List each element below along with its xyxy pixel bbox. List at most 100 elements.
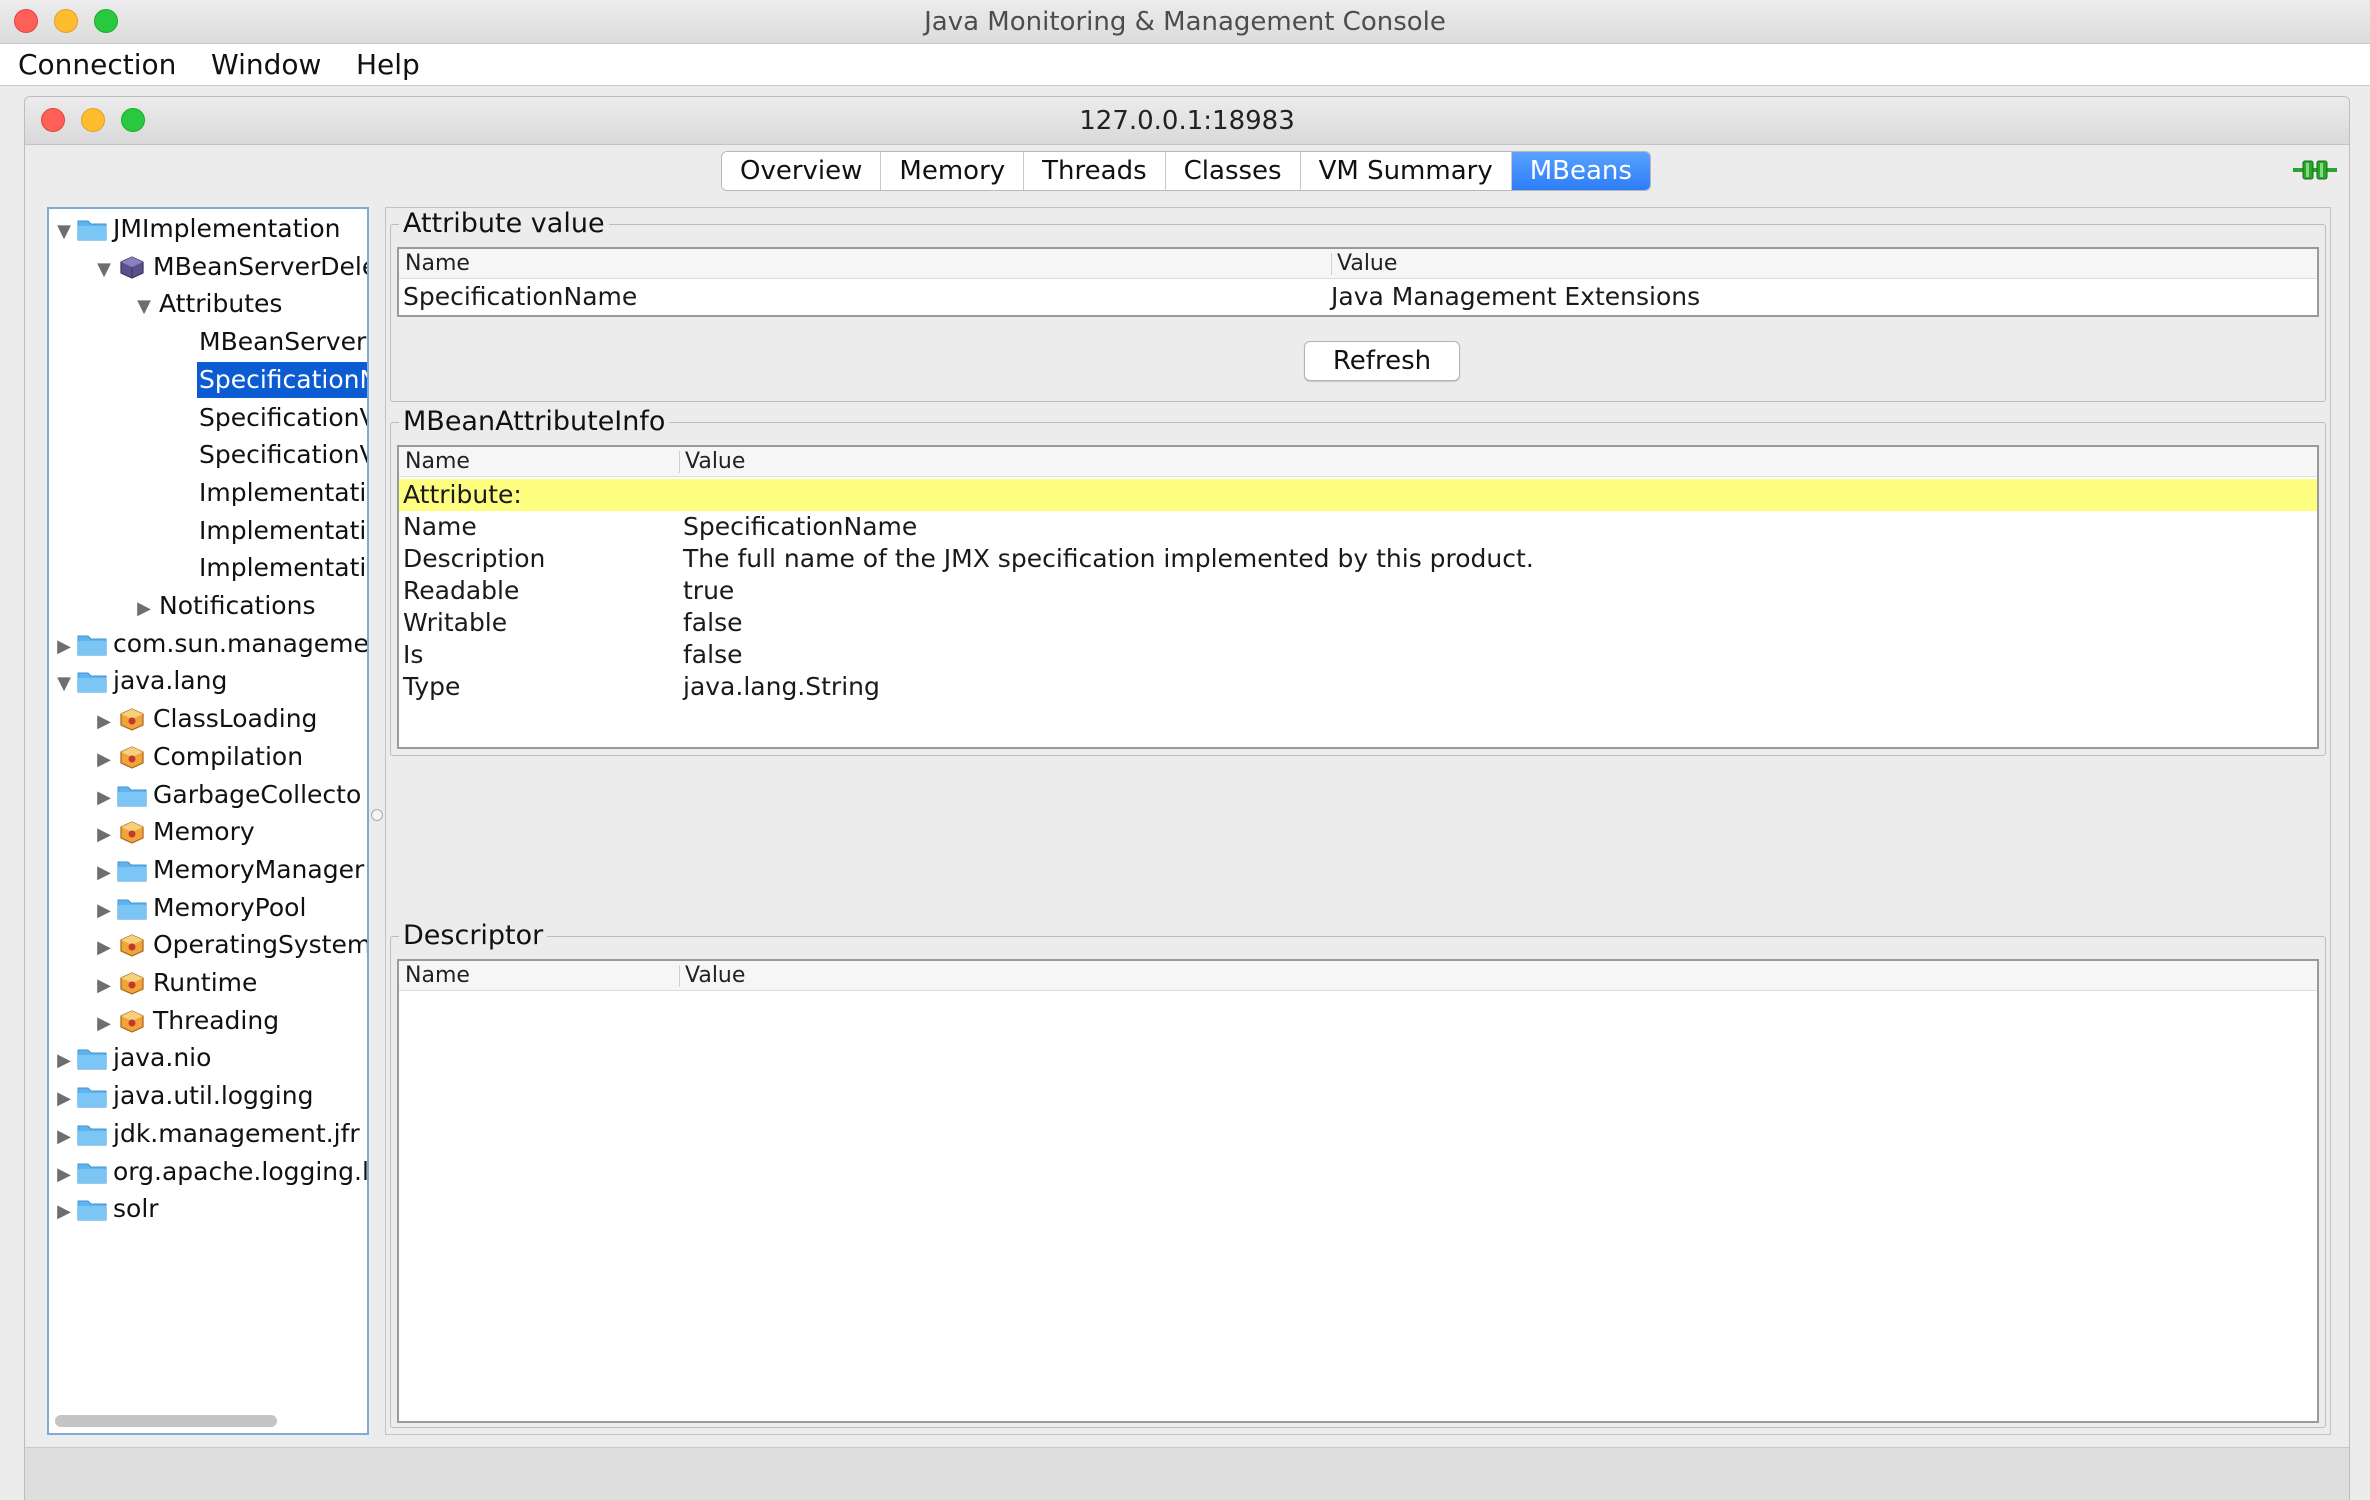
tree-node-label: JMImplementation — [113, 214, 341, 243]
tree-node[interactable]: ▶ MemoryManager — [91, 852, 366, 888]
table-row[interactable]: SpecificationName Java Management Extens… — [399, 281, 2317, 313]
folder-icon — [77, 1078, 111, 1114]
tree-node-label: OperatingSystem — [153, 930, 369, 960]
bean-icon — [117, 965, 151, 1001]
info-name-cell: Type — [403, 672, 461, 701]
expanded-arrow-icon[interactable]: ▼ — [91, 252, 117, 288]
tree-node-label: java.lang — [113, 666, 228, 696]
table-row[interactable]: Name SpecificationName — [399, 511, 2317, 543]
tree-node[interactable]: ▶ jdk.management.jfr — [51, 1116, 362, 1152]
tree-node[interactable]: Implementati — [171, 475, 367, 511]
collapsed-arrow-icon[interactable]: ▶ — [91, 968, 117, 1004]
connection-status-icon[interactable] — [2293, 157, 2337, 183]
tree-node[interactable]: SpecificationV — [171, 400, 369, 436]
collapsed-arrow-icon[interactable]: ▶ — [131, 591, 157, 627]
tree-node[interactable]: ▶ ClassLoading — [91, 701, 319, 737]
expanded-arrow-icon[interactable]: ▼ — [51, 214, 77, 250]
tree-node-label: java.util.logging — [113, 1081, 314, 1111]
mbean-attribute-info-table-header: Name Value — [399, 447, 2317, 477]
tree-node-label: Notifications — [159, 591, 316, 620]
tree-node[interactable]: ▼ JMImplementation — [51, 211, 342, 247]
tree-node[interactable]: ▶ Threading — [91, 1003, 281, 1039]
tree-node[interactable]: ▶ Memory — [91, 814, 257, 850]
descriptor-legend: Descriptor — [399, 920, 548, 952]
collapsed-arrow-icon[interactable]: ▶ — [51, 1043, 77, 1079]
tab-threads[interactable]: Threads — [1024, 152, 1166, 190]
tree-node[interactable]: SpecificationV — [171, 437, 367, 473]
bean-icon — [117, 927, 151, 963]
collapsed-arrow-icon[interactable]: ▶ — [51, 629, 77, 665]
tab-overview[interactable]: Overview — [722, 152, 882, 190]
mbean-tree[interactable]: ▼ JMImplementation ▼ MBeanServerDele ▼ Attrib… — [47, 207, 369, 1435]
collapsed-arrow-icon[interactable]: ▶ — [91, 704, 117, 740]
collapsed-arrow-icon[interactable]: ▶ — [91, 780, 117, 816]
tree-node[interactable]: ▶ MemoryPool — [91, 890, 308, 926]
tree-node[interactable]: Implementati — [171, 513, 367, 549]
collapsed-arrow-icon[interactable]: ▶ — [51, 1194, 77, 1230]
tree-node[interactable]: ▶ org.apache.logging.l — [51, 1154, 369, 1193]
tree-node-label: com.sun.manageme — [113, 628, 369, 658]
tree-node[interactable]: ▶ OperatingSystem — [91, 927, 369, 966]
tree-node[interactable]: ▶ java.util.logging — [51, 1078, 315, 1114]
tree-horizontal-scrollbar[interactable] — [55, 1415, 277, 1427]
collapsed-arrow-icon[interactable]: ▶ — [51, 1081, 77, 1117]
tab-classes[interactable]: Classes — [1165, 152, 1301, 190]
tree-node[interactable]: ▶ Runtime — [91, 965, 259, 1001]
collapsed-arrow-icon[interactable]: ▶ — [51, 1157, 77, 1193]
tree-node[interactable]: ▶ com.sun.manageme — [51, 626, 369, 665]
tree-node-label: MBeanServerDele — [153, 251, 369, 281]
collapsed-arrow-icon[interactable]: ▶ — [91, 855, 117, 891]
split-pane-divider[interactable] — [371, 809, 383, 821]
tree-node[interactable]: Implementati — [171, 550, 367, 586]
table-row[interactable]: Readable true — [399, 575, 2317, 607]
tree-node[interactable]: ▼ Attributes — [131, 286, 284, 322]
tree-node-label: Compilation — [153, 741, 304, 771]
menu-help[interactable]: Help — [356, 44, 420, 86]
tree-node[interactable]: ▼ java.lang — [51, 663, 229, 699]
column-header-name[interactable]: Name — [399, 447, 470, 477]
tree-node[interactable]: ▶ solr — [51, 1191, 161, 1227]
tree-node-label: Implementati — [199, 553, 367, 583]
info-value-cell: false — [683, 608, 743, 637]
attribute-name-cell: SpecificationName — [403, 282, 638, 311]
collapsed-arrow-icon[interactable]: ▶ — [91, 930, 117, 966]
folder-icon — [77, 626, 111, 662]
collapsed-arrow-icon[interactable]: ▶ — [91, 893, 117, 929]
tab-memory[interactable]: Memory — [881, 152, 1025, 190]
table-row[interactable]: Is false — [399, 639, 2317, 671]
collapsed-arrow-icon[interactable]: ▶ — [91, 817, 117, 853]
collapsed-arrow-icon[interactable]: ▶ — [51, 1119, 77, 1155]
tab-mbeans[interactable]: MBeans — [1511, 152, 1650, 190]
tree-node-label: SpecificationV — [199, 402, 369, 432]
descriptor-table: Name Value — [397, 959, 2319, 1423]
tree-node-label: org.apache.logging.l — [113, 1156, 369, 1186]
info-name-cell: Description — [403, 544, 546, 573]
tree-node[interactable]: ▶ Notifications — [131, 588, 317, 624]
column-header-name[interactable]: Name — [399, 249, 470, 279]
table-row[interactable]: Description The full name of the JMX spec… — [399, 543, 2317, 575]
column-header-value[interactable]: Value — [679, 961, 745, 991]
table-row[interactable]: Type java.lang.String — [399, 671, 2317, 703]
collapsed-arrow-icon[interactable]: ▶ — [91, 1006, 117, 1042]
folder-icon — [77, 1154, 111, 1190]
tree-node[interactable]: ▼ MBeanServerDele — [91, 249, 369, 288]
collapsed-arrow-icon[interactable]: ▶ — [91, 742, 117, 778]
column-header-name[interactable]: Name — [399, 961, 470, 991]
menu-window[interactable]: Window — [211, 44, 321, 86]
tree-node[interactable]: SpecificationN — [171, 361, 367, 398]
expanded-arrow-icon[interactable]: ▼ — [131, 289, 157, 325]
tree-node[interactable]: ▶ Compilation — [91, 739, 305, 775]
tree-node-label: java.nio — [113, 1043, 212, 1073]
expanded-arrow-icon[interactable]: ▼ — [51, 666, 77, 702]
info-name-cell: Readable — [403, 576, 520, 605]
tree-node[interactable]: MBeanServerI — [171, 324, 367, 360]
table-row[interactable]: Writable false — [399, 607, 2317, 639]
tree-node[interactable]: ▶ GarbageCollecto — [91, 777, 363, 813]
refresh-button[interactable]: Refresh — [1304, 341, 1460, 381]
attribute-value-cell[interactable]: Java Management Extensions — [1327, 281, 1700, 313]
tab-vm-summary[interactable]: VM Summary — [1300, 152, 1512, 190]
menu-connection[interactable]: Connection — [18, 44, 176, 86]
column-header-value[interactable]: Value — [679, 447, 745, 477]
column-header-value[interactable]: Value — [1331, 249, 1397, 279]
tree-node[interactable]: ▶ java.nio — [51, 1040, 213, 1076]
